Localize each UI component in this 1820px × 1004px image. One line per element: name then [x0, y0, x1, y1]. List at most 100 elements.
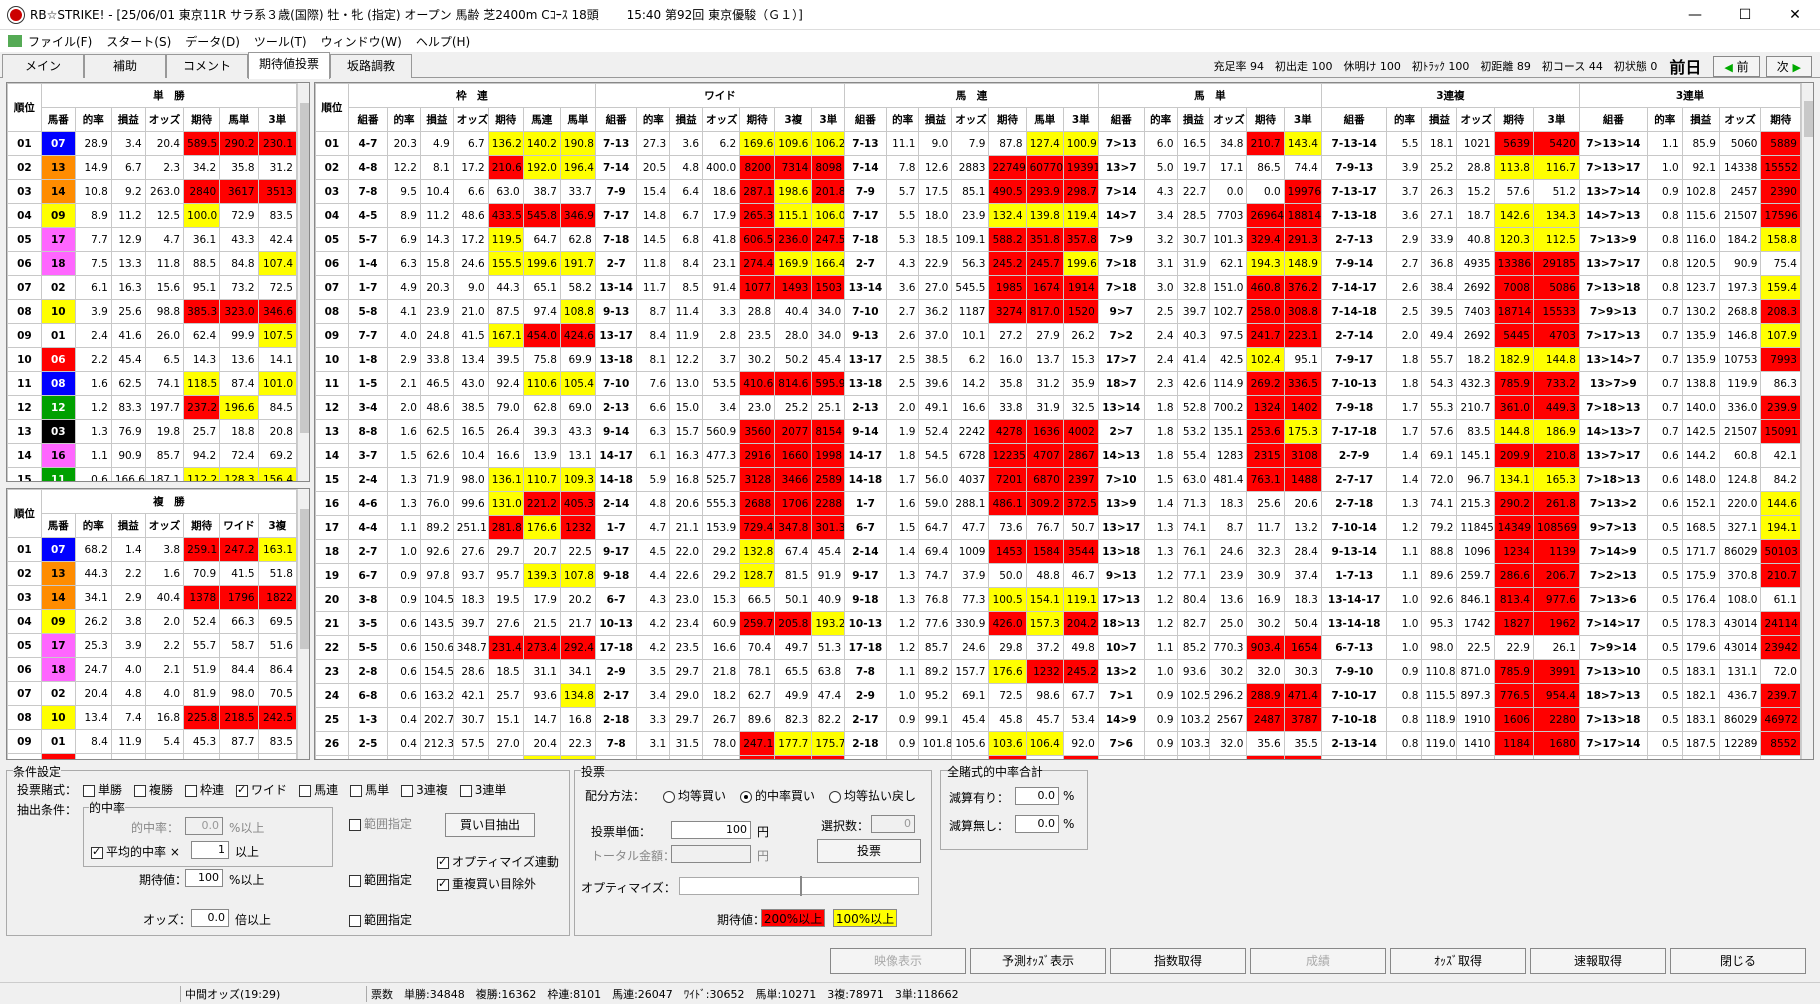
main-row[interactable]: 06 1-4 6.3 15.8 24.6 155.5 199.6 191.7 2-7 11.8 8.…: [315, 251, 1801, 276]
tansho-row[interactable]: 09 01 2.4 41.6 26.0 62.4 99.9 107.5: [7, 323, 298, 348]
format-checkbox-3[interactable]: ワイド: [236, 781, 287, 798]
main-row[interactable]: 02 4-8 12.2 8.1 17.2 210.6 192.0 196.4 7-14 20.5 4…: [315, 155, 1801, 180]
main-row[interactable]: 24 6-8 0.6 163.2 42.1 25.7 93.6 134.8 2-17 3.4 29.…: [315, 683, 1801, 708]
avg-hit-checkbox[interactable]: 平均的中率 ×: [91, 843, 180, 860]
main-row[interactable]: 11 1-5 2.1 46.5 43.0 92.4 110.6 105.4 7-10 7.6 13.…: [315, 371, 1801, 396]
main-row[interactable]: 16 4-6 1.3 76.0 99.6 131.0 221.2 405.3 2-14 4.8 20…: [315, 491, 1801, 516]
minimize-button[interactable]: —: [1670, 0, 1720, 30]
bottom-button-6[interactable]: 閉じる: [1670, 948, 1806, 974]
bottom-button-0[interactable]: 映像表示: [830, 948, 966, 974]
format-checkbox-0[interactable]: 単勝: [83, 781, 122, 798]
hit-rate-input[interactable]: 0.0: [185, 817, 223, 835]
main-row[interactable]: 01 4-7 20.3 4.9 6.7 136.2 140.2 190.8 7-13 27.3 3.…: [315, 131, 1801, 156]
tansho-row[interactable]: 13 03 1.3 76.9 19.8 25.7 18.8 20.8: [7, 419, 298, 444]
optimize-link-checkbox[interactable]: オプティマイズ連動: [437, 853, 559, 870]
format-checkbox-2[interactable]: 枠連: [185, 781, 224, 798]
tansho-row[interactable]: 04 09 8.9 11.2 12.5 100.0 72.9 83.5: [7, 203, 298, 228]
optimize-slider[interactable]: [679, 876, 919, 896]
main-row[interactable]: 19 6-7 0.9 97.8 93.7 95.7 139.3 107.8 9-18 4.4 22.…: [315, 563, 1801, 588]
tab-slope-training[interactable]: 坂路調教: [330, 54, 412, 78]
format-checkbox-5[interactable]: 馬単: [350, 781, 389, 798]
tab-comment[interactable]: コメント: [166, 54, 248, 78]
main-row[interactable]: 07 1-7 4.9 20.3 9.0 44.3 65.1 58.2 13-14 11.7 8.5 9…: [315, 275, 1801, 300]
odds-input[interactable]: 0.0: [191, 909, 229, 927]
fukusho-row[interactable]: 05 17 25.3 3.9 2.2 55.7 58.7 51.6: [7, 633, 298, 658]
tansho-row[interactable]: 07 02 6.1 16.3 15.6 95.1 73.2 72.5: [7, 275, 298, 300]
menu-start[interactable]: スタート(S): [106, 33, 171, 50]
main-scrollbar[interactable]: [1801, 83, 1813, 759]
main-row[interactable]: 08 5-8 4.1 23.9 21.0 87.5 97.4 108.8 9-13 8.7 11.4…: [315, 299, 1801, 324]
tansho-row[interactable]: 02 13 14.9 6.7 2.3 34.2 35.8 31.2: [7, 155, 298, 180]
method-radio-0[interactable]: 均等買い: [663, 787, 726, 804]
bottom-button-1[interactable]: 予測ｵｯｽﾞ表示: [970, 948, 1106, 974]
method-radio-1[interactable]: 的中率買い: [740, 787, 815, 804]
main-row[interactable]: 26 2-5 0.4 212.3 57.5 27.0 20.4 22.3 7-8 3.1 31.5 7…: [315, 731, 1801, 756]
range-checkbox-2[interactable]: 範囲指定: [349, 871, 412, 888]
main-row[interactable]: 14 3-7 1.5 62.6 10.4 16.6 13.9 13.1 14-17 6.1 16.3…: [315, 443, 1801, 468]
fukusho-row[interactable]: 10067.712.92.116.217.821.0: [7, 753, 298, 759]
main-row[interactable]: 04 4-5 8.9 11.2 48.6 433.5 545.8 346.9 7-17 14.8 6…: [315, 203, 1801, 228]
vote-button[interactable]: 投票: [817, 839, 921, 863]
tansho-scrollbar[interactable]: [297, 83, 309, 481]
tansho-row[interactable]: 11 08 1.6 62.5 74.1 118.5 87.4 101.0: [7, 371, 298, 396]
main-row[interactable]: 05 5-7 6.9 14.3 17.2 119.5 64.7 62.8 7-18 14.5 6.8…: [315, 227, 1801, 252]
menu-window[interactable]: ウィンドウ(W): [321, 33, 402, 50]
tansho-row[interactable]: 14 16 1.1 90.9 85.7 94.2 72.4 69.2: [7, 443, 298, 468]
avg-hit-input[interactable]: 1: [191, 841, 229, 859]
main-row[interactable]: 275-60.4224.2142.663.5142.8163.510-143.0…: [315, 755, 1801, 759]
fukusho-row[interactable]: 06 18 24.7 4.0 2.1 51.9 84.4 86.4: [7, 657, 298, 682]
tab-support[interactable]: 補助: [84, 54, 166, 78]
fukusho-row[interactable]: 01 07 68.2 1.4 3.8 259.1 247.2 163.1: [7, 537, 298, 562]
main-row[interactable]: 03 7-8 9.5 10.4 6.6 63.0 38.7 33.7 7-9 15.4 6.4 18.…: [315, 179, 1801, 204]
tansho-row[interactable]: 12 12 1.2 83.3 197.7 237.2 196.6 84.5: [7, 395, 298, 420]
format-checkbox-4[interactable]: 馬連: [299, 781, 338, 798]
exclude-dup-checkbox[interactable]: 重複買い目除外: [437, 875, 536, 892]
main-row[interactable]: 21 3-5 0.6 143.5 39.7 27.6 21.5 21.7 10-13 4.2 23.…: [315, 611, 1801, 636]
format-checkbox-7[interactable]: 3連単: [459, 781, 506, 798]
bottom-button-5[interactable]: 速報取得: [1530, 948, 1666, 974]
fukusho-row[interactable]: 07 02 20.4 4.8 4.0 81.9 98.0 70.5: [7, 681, 298, 706]
main-row[interactable]: 20 3-8 0.9 104.5 18.3 19.5 17.9 20.2 6-7 4.3 23.0 1…: [315, 587, 1801, 612]
close-button[interactable]: ✕: [1770, 0, 1820, 30]
format-checkbox-1[interactable]: 複勝: [134, 781, 173, 798]
range-checkbox-3[interactable]: 範囲指定: [349, 911, 412, 928]
unit-price-input[interactable]: 100: [671, 821, 751, 839]
tansho-row[interactable]: 06 18 7.5 13.3 11.8 88.5 84.8 107.4: [7, 251, 298, 276]
fukusho-row[interactable]: 09 01 8.4 11.9 5.4 45.3 87.7 83.5: [7, 729, 298, 754]
main-row[interactable]: 15 2-4 1.3 71.9 98.0 136.1 110.7 109.3 14-18 5.9 1…: [315, 467, 1801, 492]
tansho-row[interactable]: 10 06 2.2 45.4 6.5 14.3 13.6 14.1: [7, 347, 298, 372]
main-row[interactable]: 09 7-7 4.0 24.8 41.5 167.1 454.0 424.6 13-17 8.4 1…: [315, 323, 1801, 348]
tansho-row[interactable]: 01 07 28.9 3.4 20.4 589.5 290.2 230.1: [7, 131, 298, 156]
fukusho-row[interactable]: 04 09 26.2 3.8 2.0 52.4 66.3 69.5: [7, 609, 298, 634]
tansho-row[interactable]: 15 11 0.6 166.6 187.1 112.2 128.3 156.4: [7, 467, 298, 481]
tansho-row[interactable]: 05 17 7.7 12.9 4.7 36.1 43.3 42.4: [7, 227, 298, 252]
tansho-row[interactable]: 08 10 3.9 25.6 98.8 385.3 323.0 346.6: [7, 299, 298, 324]
main-row[interactable]: 22 5-5 0.6 150.6 348.7 231.4 273.4 292.4 17-18 4.…: [315, 635, 1801, 660]
fukusho-row[interactable]: 02 13 44.3 2.2 1.6 70.9 41.5 51.8: [7, 561, 298, 586]
maximize-button[interactable]: ☐: [1720, 0, 1770, 30]
menu-help[interactable]: ヘルプ(H): [416, 33, 470, 50]
main-row[interactable]: 18 2-7 1.0 92.6 27.6 29.7 20.7 22.5 9-17 4.5 22.0 2…: [315, 539, 1801, 564]
bottom-button-2[interactable]: 指数取得: [1110, 948, 1246, 974]
main-row[interactable]: 10 1-8 2.9 33.8 13.4 39.5 75.8 69.9 13-18 8.1 12.2…: [315, 347, 1801, 372]
range-checkbox-1[interactable]: 範囲指定: [349, 815, 412, 832]
main-row[interactable]: 23 2-8 0.6 154.5 28.6 18.5 31.1 34.1 2-9 3.5 29.7 2…: [315, 659, 1801, 684]
menu-file[interactable]: ファイル(F): [28, 33, 92, 50]
fukusho-row[interactable]: 03 14 34.1 2.9 40.4 1378 1796 1822: [7, 585, 298, 610]
next-button[interactable]: 次 ▶: [1765, 55, 1812, 77]
main-row[interactable]: 25 1-3 0.4 202.7 30.7 15.1 14.7 16.8 2-18 3.3 29.7…: [315, 707, 1801, 732]
tab-main[interactable]: メイン: [2, 54, 84, 78]
bottom-button-4[interactable]: ｵｯｽﾞ取得: [1390, 948, 1526, 974]
extract-button[interactable]: 買い目抽出: [445, 813, 535, 837]
bottom-button-3[interactable]: 成績: [1250, 948, 1386, 974]
format-checkbox-6[interactable]: 3連複: [401, 781, 448, 798]
exp-input[interactable]: 100: [185, 869, 223, 887]
menu-tools[interactable]: ツール(T): [254, 33, 307, 50]
fukusho-row[interactable]: 08 10 13.4 7.4 16.8 225.8 218.5 242.5: [7, 705, 298, 730]
menu-data[interactable]: データ(D): [185, 33, 240, 50]
total-input[interactable]: [671, 845, 751, 863]
prev-button[interactable]: ◀ 前: [1713, 55, 1760, 77]
main-row[interactable]: 17 4-4 1.1 89.2 251.1 281.8 176.6 1232 1-7 4.7 21.…: [315, 515, 1801, 540]
method-radio-2[interactable]: 均等払い戻し: [829, 787, 916, 804]
tab-expected-value[interactable]: 期待値投票: [248, 52, 330, 79]
